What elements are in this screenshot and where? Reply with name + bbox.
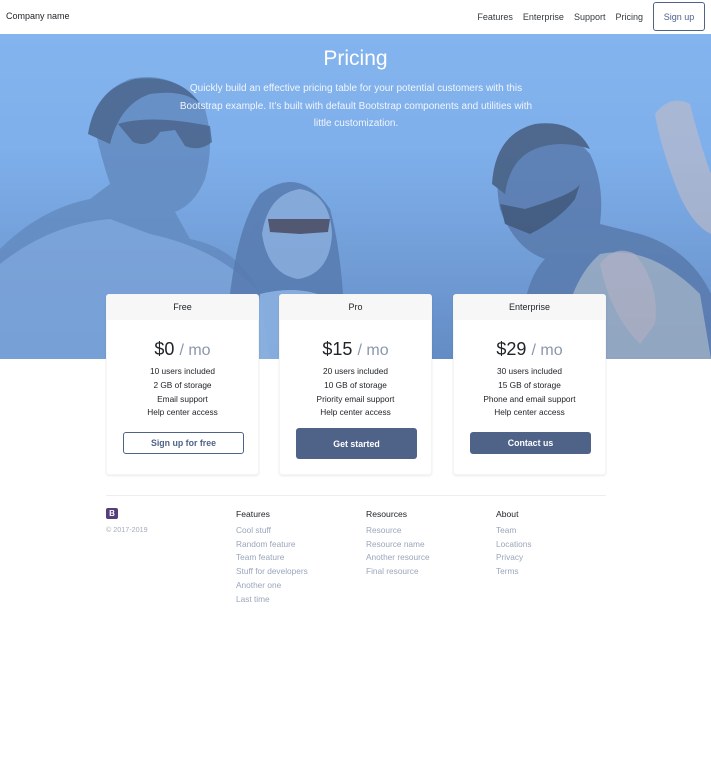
page-title: Pricing [323, 47, 388, 70]
price-period: / mo [531, 342, 563, 359]
plan-name: Pro [280, 295, 431, 320]
pricing-card-free: Free $0 / mo 10 users included 2 GB of s… [106, 294, 259, 475]
footer-column-title: Resources [366, 509, 408, 519]
plan-price: $29 / mo [454, 338, 605, 360]
footer-column-features: Features Cool stuff Random feature Team … [236, 509, 308, 606]
feature-item: 30 users included [496, 366, 563, 376]
feature-item: Help center access [147, 407, 218, 418]
footer-link[interactable]: Another resource [366, 551, 430, 565]
hero-lead-text: Quickly build an effective pricing table… [179, 83, 533, 129]
footer-link[interactable]: Another one [236, 579, 308, 593]
footer-link[interactable]: Terms [496, 565, 532, 579]
price-amount: $29 [496, 339, 527, 359]
feature-list: 30 users included 15 GB of storage Phone… [454, 365, 605, 420]
company-brand[interactable]: Company name [6, 11, 70, 21]
plan-price: $0 / mo [107, 338, 258, 360]
feature-item: 10 GB of storage [324, 379, 387, 390]
footer-link[interactable]: Team feature [236, 551, 308, 565]
feature-list: 10 users included 2 GB of storage Email … [107, 365, 258, 420]
copyright-text: © 2017-2019 [106, 525, 148, 534]
plan-name: Enterprise [454, 295, 605, 320]
feature-item: Priority email support [316, 393, 395, 404]
plan-name: Free [107, 295, 258, 320]
price-period: / mo [357, 342, 389, 359]
contact-us-button[interactable]: Contact us [470, 432, 591, 454]
footer-link[interactable]: Locations [496, 538, 532, 552]
price-period: / mo [179, 342, 211, 359]
footer-link[interactable]: Team [496, 524, 532, 538]
feature-item: 10 users included [149, 366, 216, 376]
sign-up-for-free-button[interactable]: Sign up for free [123, 432, 244, 454]
footer-column-about: About Team Locations Privacy Terms [496, 509, 532, 579]
feature-item: 15 GB of storage [498, 379, 561, 390]
feature-list: 20 users included 10 GB of storage Prior… [280, 365, 431, 420]
footer-link[interactable]: Stuff for developers [236, 565, 308, 579]
pricing-card-pro: Pro $15 / mo 20 users included 10 GB of … [279, 294, 432, 475]
footer-column-title: About [496, 509, 519, 519]
nav-link-features[interactable]: Features [477, 12, 513, 22]
footer-column-resources: Resources Resource Resource name Another… [366, 509, 430, 579]
get-started-button[interactable]: Get started [296, 428, 417, 459]
feature-item: Phone and email support [483, 393, 576, 404]
nav-links: Features Enterprise Support Pricing Sign… [477, 2, 705, 31]
footer-link[interactable]: Resource [366, 524, 430, 538]
footer-divider [106, 495, 606, 496]
nav-link-support[interactable]: Support [574, 12, 606, 22]
nav-link-enterprise[interactable]: Enterprise [523, 12, 564, 22]
price-amount: $15 [322, 339, 353, 359]
feature-item: 2 GB of storage [153, 379, 212, 390]
feature-item: Help center access [320, 407, 391, 418]
nav-link-pricing[interactable]: Pricing [615, 12, 643, 22]
feature-item: Email support [157, 393, 208, 404]
footer-link[interactable]: Resource name [366, 538, 430, 552]
bootstrap-logo-icon: B [106, 508, 118, 519]
price-amount: $0 [154, 339, 175, 359]
footer-column-title: Features [236, 509, 270, 519]
feature-item: 20 users included [322, 366, 389, 376]
footer-link[interactable]: Privacy [496, 551, 532, 565]
footer-link[interactable]: Random feature [236, 538, 308, 552]
pricing-cards: Free $0 / mo 10 users included 2 GB of s… [106, 294, 606, 475]
footer-link[interactable]: Last time [236, 593, 308, 607]
navbar: Company name Features Enterprise Support… [0, 0, 711, 34]
feature-item: Help center access [494, 407, 565, 418]
sign-up-button[interactable]: Sign up [653, 2, 705, 31]
pricing-card-enterprise: Enterprise $29 / mo 30 users included 15… [453, 294, 606, 475]
footer-link[interactable]: Cool stuff [236, 524, 308, 538]
plan-price: $15 / mo [280, 338, 431, 360]
footer-link[interactable]: Final resource [366, 565, 430, 579]
